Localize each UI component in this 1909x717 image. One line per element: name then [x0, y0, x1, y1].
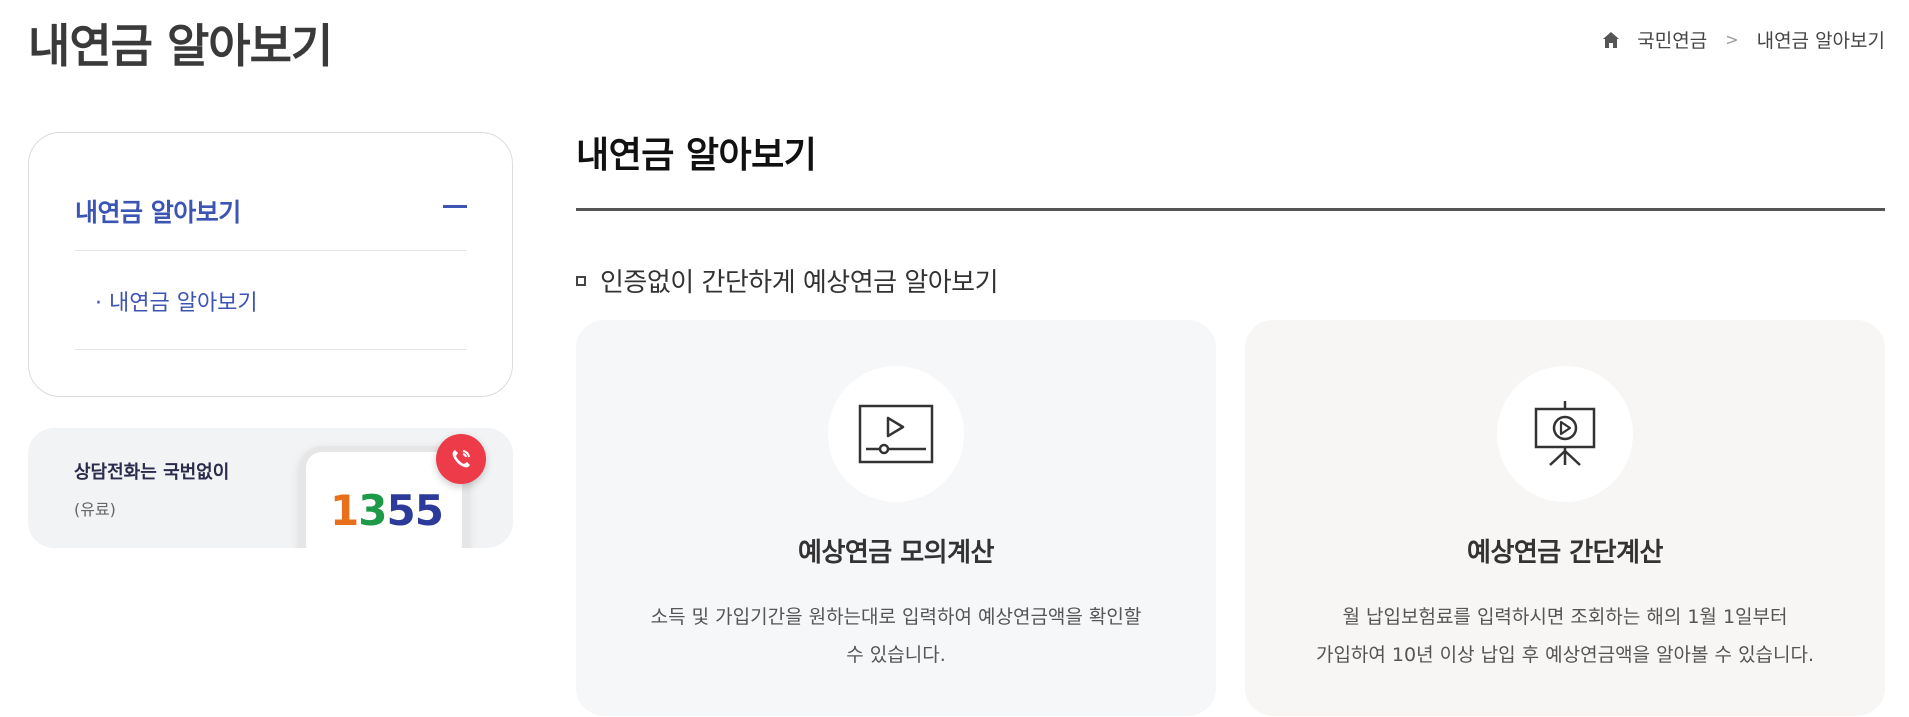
call-number: 1355	[330, 486, 444, 535]
sidebar-item-my-pension[interactable]: · 내연금 알아보기	[95, 285, 258, 317]
breadcrumb-item-national-pension[interactable]: 국민연금	[1637, 26, 1707, 53]
presentation-play-icon	[1497, 366, 1633, 502]
section-title: 인증없이 간단하게 예상연금 알아보기	[576, 262, 999, 299]
phone-call-icon	[436, 434, 486, 484]
home-icon[interactable]	[1601, 30, 1621, 50]
card-simulation-calc[interactable]: 예상연금 모의계산 소득 및 가입기간을 원하는대로 입력하여 예상연금액을 확…	[576, 320, 1216, 716]
page-title: 내연금 알아보기	[28, 19, 333, 73]
card-title: 예상연금 모의계산	[798, 538, 994, 568]
card-description: 월 납입보험료를 입력하시면 조회하는 해의 1월 1일부터 가입하여 10년 …	[1315, 606, 1815, 666]
section-title-text: 인증없이 간단하게 예상연금 알아보기	[600, 268, 999, 298]
video-play-icon	[828, 366, 964, 502]
call-banner-sub: (유료)	[74, 500, 116, 519]
card-title: 예상연금 간단계산	[1467, 538, 1663, 568]
card-simple-calc[interactable]: 예상연금 간단계산 월 납입보험료를 입력하시면 조회하는 해의 1월 1일부터…	[1245, 320, 1885, 716]
sidebar-heading-label: 내연금 알아보기	[75, 198, 241, 227]
sidebar-menu-heading[interactable]: 내연금 알아보기	[75, 193, 467, 251]
sidebar: 내연금 알아보기 · 내연금 알아보기	[28, 132, 513, 397]
sidebar-divider	[75, 349, 467, 350]
breadcrumb: 국민연금 > 내연금 알아보기	[1601, 26, 1885, 53]
content-divider	[576, 208, 1885, 211]
breadcrumb-item-current: 내연금 알아보기	[1756, 30, 1885, 52]
call-banner-text: 상담전화는 국번없이	[74, 462, 230, 483]
collapse-minus-icon[interactable]	[443, 205, 467, 208]
content-title: 내연금 알아보기	[576, 135, 817, 176]
breadcrumb-separator: >	[1725, 30, 1739, 49]
square-bullet-icon	[576, 275, 586, 286]
card-description: 소득 및 가입기간을 원하는대로 입력하여 예상연금액을 확인할 수 있습니다.	[650, 606, 1142, 666]
